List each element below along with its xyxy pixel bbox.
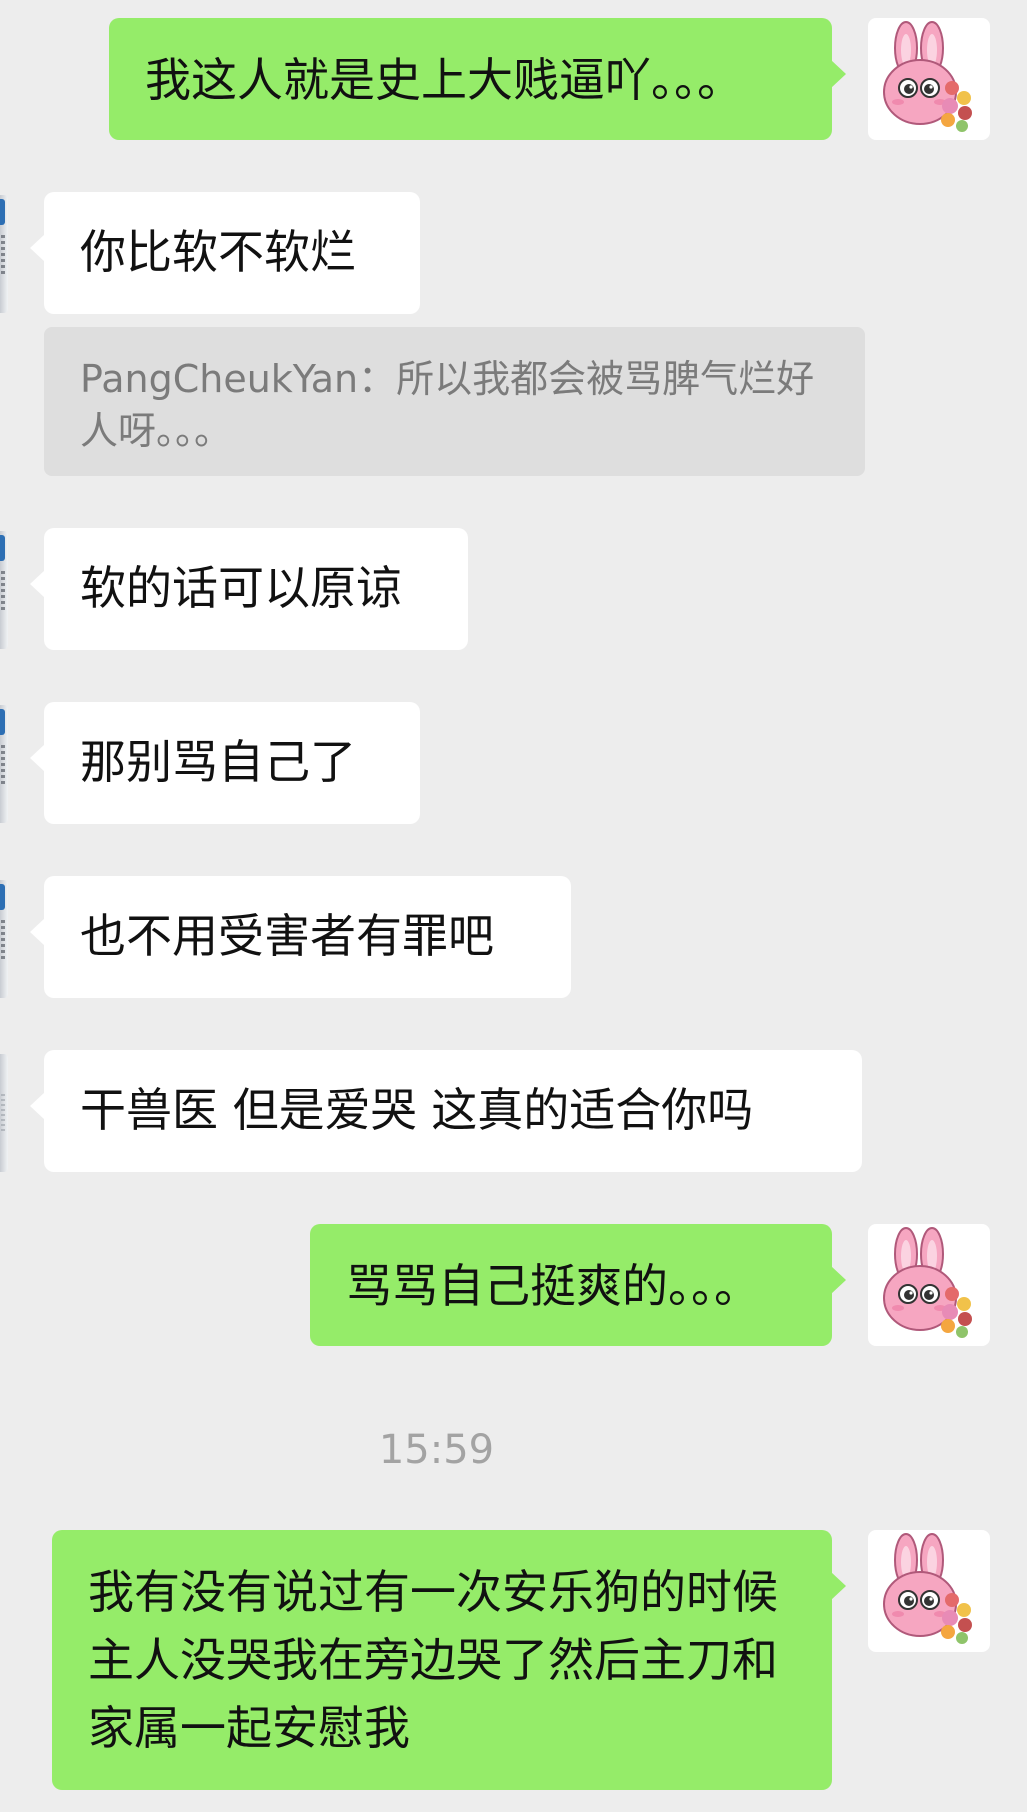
message-bubble-self[interactable]: 骂骂自己挺爽的。。。	[310, 1224, 846, 1346]
message-text: 也不用受害者有罪吧	[80, 909, 494, 963]
avatar-other[interactable]	[0, 1054, 8, 1172]
message-text: 骂骂自己挺爽的。。。	[346, 1259, 760, 1313]
pink-bunny-icon	[883, 21, 972, 132]
message-text: 干兽医 但是爱哭 这真的适合你吗	[80, 1083, 754, 1137]
avatar-other[interactable]	[0, 531, 8, 649]
message-text: 软的话可以原谅	[80, 561, 402, 615]
quoted-message[interactable]: PangCheukYan：所以我都会被骂脾气烂好人呀。。。	[44, 327, 865, 476]
message-bubble-other[interactable]: 也不用受害者有罪吧	[30, 876, 571, 998]
avatar-other[interactable]	[0, 195, 8, 313]
message-bubble-self[interactable]: 我有没有说过有一次安乐狗的时候主人没哭我在旁边哭了然后主刀和家属一起安慰我	[52, 1530, 846, 1790]
quote-author: PangCheukYan	[80, 357, 359, 401]
avatar-self[interactable]	[868, 1530, 990, 1652]
message-bubble-other[interactable]: 那别骂自己了	[30, 702, 420, 824]
avatar-other[interactable]	[0, 705, 8, 823]
message-bubble-other[interactable]: 软的话可以原谅	[30, 528, 468, 650]
message-text: 我有没有说过有一次安乐狗的时候主人没哭我在旁边哭了然后主刀和家属一起安慰我	[88, 1565, 778, 1755]
message-text: 你比软不软烂	[80, 225, 356, 279]
message-bubble-self[interactable]: 我这人就是史上大贱逼吖。。。	[109, 18, 846, 140]
avatar-self[interactable]	[868, 1224, 990, 1346]
message-bubble-other[interactable]: 你比软不软烂	[30, 192, 420, 314]
avatar-self[interactable]	[868, 18, 990, 140]
pink-bunny-icon	[883, 1533, 972, 1644]
message-bubble-other[interactable]: 干兽医 但是爱哭 这真的适合你吗	[30, 1050, 862, 1172]
avatar-other[interactable]	[0, 880, 8, 998]
quote-separator: ：	[358, 357, 397, 401]
message-text: 我这人就是史上大贱逼吖。。。	[145, 53, 743, 107]
message-text: 那别骂自己了	[80, 735, 356, 789]
pink-bunny-icon	[883, 1227, 972, 1338]
timestamp: 15:59	[378, 1427, 495, 1473]
